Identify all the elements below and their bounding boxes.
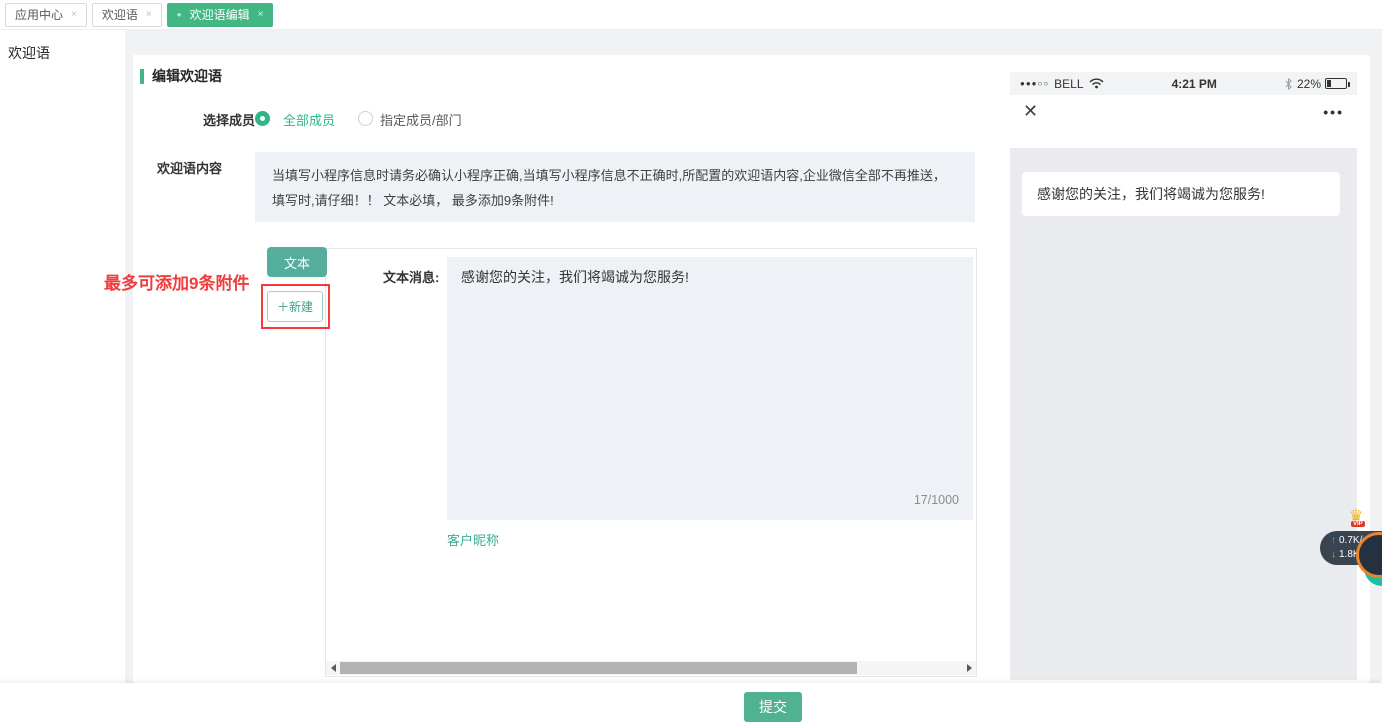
app-window: 应用中心 × 欢迎语 × ● 欢迎语编辑 × 欢迎语 编辑欢迎语 选择成员 全部… <box>0 0 1382 726</box>
upload-arrow-icon: ↑ <box>1331 534 1336 548</box>
radio-all-members[interactable] <box>255 111 270 126</box>
phone-chat-body: 感谢您的关注，我们将竭诚为您服务! <box>1010 148 1357 680</box>
section-header: 编辑欢迎语 <box>140 66 222 86</box>
add-new-attachment-button[interactable]: ＋新建 <box>267 291 323 322</box>
text-attachment-tab[interactable]: 文本 <box>267 247 327 277</box>
notice-box: 当填写小程序信息时请务必确认小程序正确,当填写小程序信息不正确时,所配置的欢迎语… <box>255 152 975 222</box>
radio-specified-members-label[interactable]: 指定成员/部门 <box>380 110 462 129</box>
scroll-left-arrow-icon[interactable] <box>326 661 340 675</box>
radio-all-members-label[interactable]: 全部成员 <box>283 110 335 129</box>
close-icon[interactable]: × <box>71 9 77 20</box>
tab-bar: 应用中心 × 欢迎语 × ● 欢迎语编辑 × <box>0 0 1382 30</box>
horizontal-scrollbar[interactable] <box>326 661 976 675</box>
tab-welcome-edit-active[interactable]: ● 欢迎语编辑 × <box>167 3 274 27</box>
close-icon[interactable]: × <box>146 9 152 20</box>
submit-button[interactable]: 提交 <box>744 692 802 722</box>
download-arrow-icon: ↓ <box>1331 548 1336 562</box>
scroll-right-arrow-icon[interactable] <box>962 661 976 675</box>
radio-specified-members[interactable] <box>358 111 373 126</box>
tab-label: 欢迎语编辑 <box>190 6 250 23</box>
tab-label: 欢迎语 <box>102 6 138 23</box>
wifi-icon <box>1089 78 1104 89</box>
battery-icon <box>1325 78 1347 89</box>
message-value: 感谢您的关注，我们将竭诚为您服务! <box>461 269 689 285</box>
vip-badge: VIP <box>1351 521 1365 527</box>
scrollbar-thumb[interactable] <box>340 662 857 674</box>
active-dot-icon: ● <box>177 10 182 19</box>
carrier-label: BELL <box>1054 77 1083 91</box>
phone-time: 4:21 PM <box>1104 77 1285 91</box>
message-textarea[interactable]: 感谢您的关注，我们将竭诚为您服务! 17/1000 <box>447 257 973 520</box>
close-icon[interactable]: × <box>258 9 264 20</box>
tab-welcome[interactable]: 欢迎语 × <box>92 3 162 27</box>
text-message-label: 文本消息: <box>383 267 439 286</box>
scrollbar-track[interactable] <box>340 661 962 675</box>
customer-nickname-link[interactable]: 客户昵称 <box>447 530 499 549</box>
section-accent-bar <box>140 69 144 84</box>
sidebar-item-welcome[interactable]: 欢迎语 <box>0 30 125 63</box>
tab-app-center[interactable]: 应用中心 × <box>5 3 87 27</box>
bluetooth-icon <box>1285 78 1292 90</box>
notice-line-1: 当填写小程序信息时请务必确认小程序正确,当填写小程序信息不正确时,所配置的欢迎语… <box>272 163 958 188</box>
battery-percent: 22% <box>1297 77 1321 91</box>
page-title: 编辑欢迎语 <box>152 66 222 86</box>
phone-close-x-icon[interactable]: ✕ <box>1023 101 1038 122</box>
welcome-message-bubble: 感谢您的关注，我们将竭诚为您服务! <box>1022 172 1340 216</box>
phone-more-menu-icon[interactable]: ••• <box>1323 104 1344 120</box>
phone-status-bar: ●●●○○ BELL 4:21 PM 22% <box>1010 72 1357 95</box>
phone-nav-bar: ✕ ••• <box>1010 95 1357 148</box>
sidebar: 欢迎语 <box>0 30 125 726</box>
char-counter: 17/1000 <box>914 493 959 507</box>
notice-line-2: 填写时,请仔细！！ 文本必填， 最多添加9条附件! <box>272 188 958 213</box>
footer-bar: 提交 <box>0 683 1382 726</box>
max-attachments-annotation: 最多可添加9条附件 <box>104 269 249 294</box>
member-select-label: 选择成员 <box>203 110 255 129</box>
tab-label: 应用中心 <box>15 6 63 23</box>
signal-dots-icon: ●●●○○ <box>1020 79 1049 88</box>
content-label: 欢迎语内容 <box>157 158 222 177</box>
